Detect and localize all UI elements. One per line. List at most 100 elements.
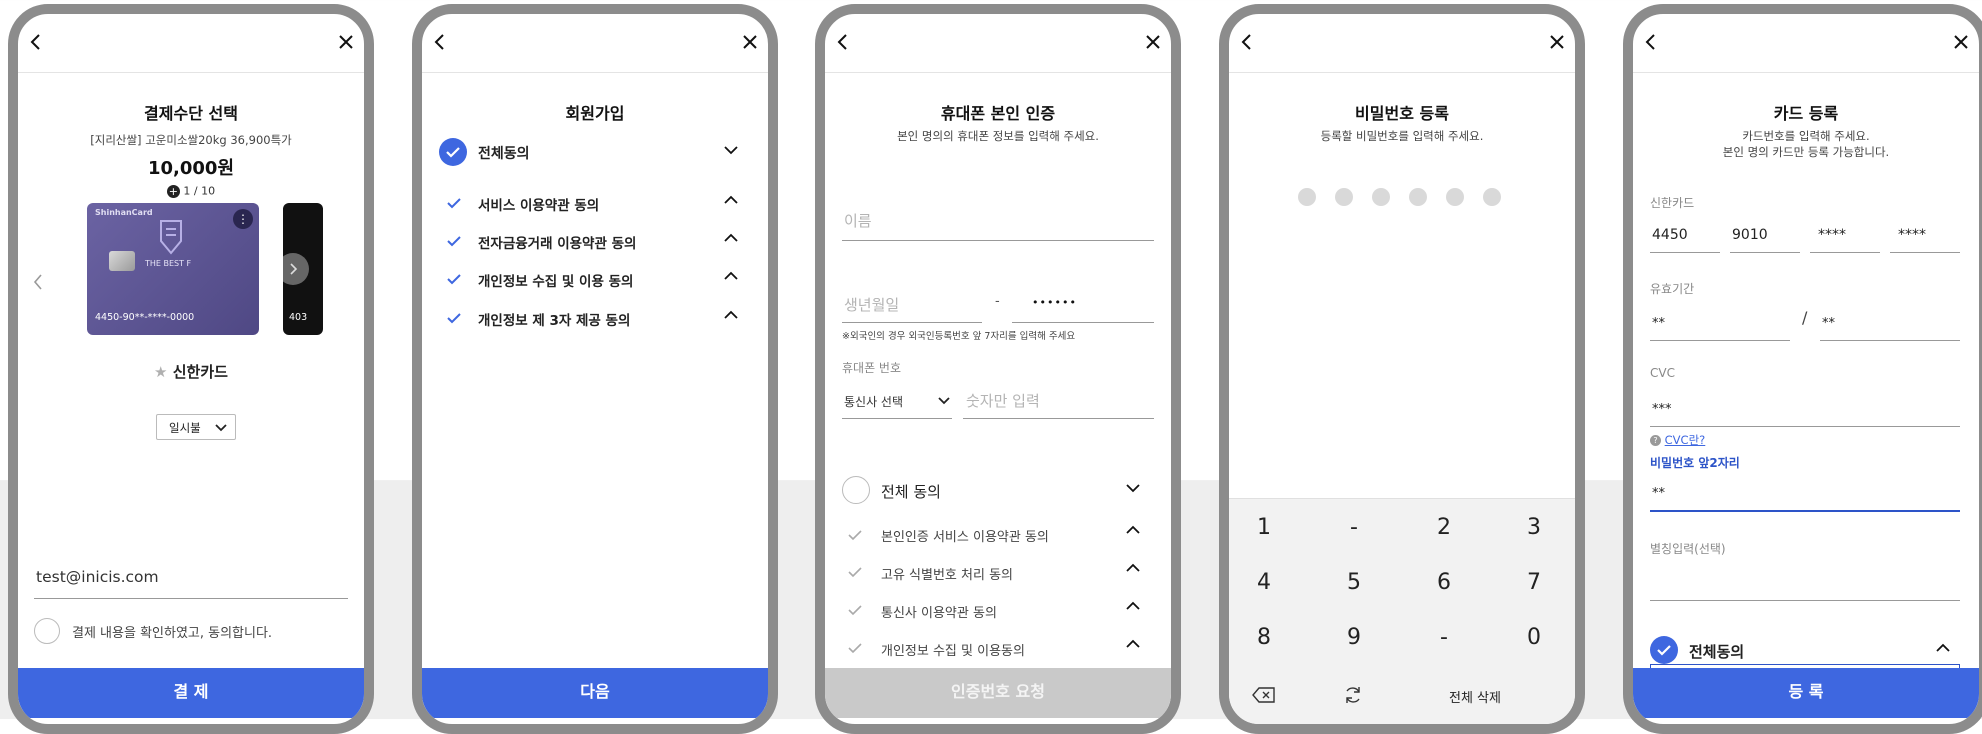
name-input[interactable]: 이름 [842,200,1154,241]
chevron-up-icon[interactable] [1935,642,1951,654]
shuffle-icon[interactable] [1343,685,1363,705]
key-dash[interactable]: - [1399,625,1489,650]
all-agree-label: 전체동의 [478,146,530,162]
next-card-image[interactable]: 403 [283,203,323,335]
back-icon[interactable] [428,30,452,54]
check-icon[interactable] [446,311,462,325]
chevron-down-icon[interactable] [1125,482,1141,494]
next-button[interactable]: 다음 [422,668,768,718]
key-5[interactable]: 5 [1309,570,1399,595]
chevron-down-icon[interactable] [723,144,739,156]
expiry-month-field[interactable]: ** [1650,304,1790,341]
close-icon[interactable] [1545,30,1569,54]
card-number-field[interactable]: 4450 [1650,218,1720,253]
card-name-row: ★ 신한카드 [18,361,364,382]
cvc-field[interactable]: *** [1650,390,1960,427]
prev-card-icon[interactable] [30,272,46,292]
check-icon[interactable] [847,603,863,617]
next-card-number: 403 [289,312,308,323]
nickname-field[interactable] [1650,564,1960,601]
pay-button[interactable]: 결 제 [18,668,364,718]
all-agree-check[interactable] [439,138,467,166]
add-icon[interactable]: + [166,184,180,198]
next-card-button[interactable] [283,253,309,285]
screen-phone-verification: 휴대폰 본인 인증 본인 명의의 휴대폰 정보를 입력해 주세요. 이름 생년월… [815,4,1181,734]
birth-input[interactable]: 생년월일 [842,286,982,323]
card-number-field[interactable]: 9010 [1730,218,1800,253]
check-icon [446,147,460,158]
backspace-icon[interactable] [1252,686,1276,704]
product-name: [지리산쌀] 고운미소쌀20kg 36,900특가 [90,133,292,147]
carrier-select[interactable]: 통신사 선택 [842,384,952,419]
star-icon[interactable]: ★ [154,363,167,381]
card-logo-icon [160,220,182,255]
close-icon[interactable] [334,30,358,54]
key-0[interactable]: 0 [1489,625,1575,650]
terms-item-label: 본인인증 서비스 이용약관 동의 [881,530,1049,545]
page-title: 카드 등록 [1773,104,1839,123]
consent-checkbox[interactable] [34,618,60,644]
id-back-input[interactable]: •••••• [1012,286,1154,323]
all-agree-check[interactable] [842,476,870,504]
next-card-icon [290,263,298,275]
top-bar [422,14,768,73]
installment-select[interactable]: 일시불 [156,414,236,440]
phone-label: 휴대폰 번호 [842,361,902,375]
chevron-up-icon[interactable] [1125,600,1141,612]
close-icon[interactable] [1949,30,1973,54]
back-icon[interactable] [1639,30,1663,54]
keypad: 1 - 2 3 4 5 6 7 8 9 - 0 전체 삭제 [1229,498,1575,724]
card-number-field[interactable]: **** [1810,218,1880,253]
pin-dot [1409,188,1427,206]
check-icon[interactable] [847,641,863,655]
email-field[interactable]: test@inicis.com [34,562,348,599]
phone-number-input[interactable]: 숫자만 입력 [963,384,1154,419]
screen-password: 비밀번호 등록 등록할 비밀번호를 입력해 주세요. 1 - 2 3 4 5 6… [1219,4,1585,734]
chevron-up-icon[interactable] [1125,562,1141,574]
key-1[interactable]: 1 [1229,515,1309,540]
key-7[interactable]: 7 [1489,570,1575,595]
check-icon[interactable] [446,196,462,210]
key-8[interactable]: 8 [1229,625,1309,650]
check-icon[interactable] [847,565,863,579]
check-icon[interactable] [847,528,863,542]
card-number: 4450-90**-****-0000 [95,312,195,323]
key-3[interactable]: 3 [1489,515,1575,540]
check-icon[interactable] [446,234,462,248]
chevron-up-icon[interactable] [1125,524,1141,536]
card-image[interactable]: ShinhanCard ⋮ THE BEST F 4450-90**-****-… [87,203,259,335]
key-dash[interactable]: - [1309,515,1399,540]
back-icon[interactable] [1235,30,1259,54]
key-6[interactable]: 6 [1399,570,1489,595]
key-9[interactable]: 9 [1309,625,1399,650]
chevron-up-icon[interactable] [723,270,739,282]
card-chip [109,251,135,271]
more-icon[interactable]: ⋮ [233,209,253,229]
expiry-year-field[interactable]: ** [1820,304,1960,341]
delete-all-button[interactable]: 전체 삭제 [1449,687,1501,706]
back-icon[interactable] [831,30,855,54]
card-name: 신한카드 [172,363,228,381]
request-code-button[interactable]: 인증번호 요청 [825,668,1171,718]
key-2[interactable]: 2 [1399,515,1489,540]
screen-payment-method: 결제수단 선택 [지리산쌀] 고운미소쌀20kg 36,900특가 10,000… [8,4,374,734]
pin-dot [1298,188,1316,206]
chevron-up-icon[interactable] [1125,638,1141,650]
chevron-up-icon[interactable] [723,194,739,206]
cvc-help[interactable]: ? CVC란? [1650,432,1705,448]
card-number-field[interactable]: **** [1890,218,1960,253]
page-subtitle: 본인 명의 카드만 등록 가능합니다. [1722,145,1890,159]
register-button[interactable]: 등 록 [1633,668,1979,718]
key-4[interactable]: 4 [1229,570,1309,595]
chevron-down-icon [215,424,227,432]
pin-dot [1335,188,1353,206]
chevron-up-icon[interactable] [723,232,739,244]
terms-item-label: 통신사 이용약관 동의 [881,606,997,621]
pw-field[interactable]: ** [1650,474,1960,512]
back-icon[interactable] [24,30,48,54]
close-icon[interactable] [1141,30,1165,54]
all-agree-check[interactable] [1650,636,1678,664]
chevron-up-icon[interactable] [723,309,739,321]
close-icon[interactable] [738,30,762,54]
check-icon[interactable] [446,272,462,286]
